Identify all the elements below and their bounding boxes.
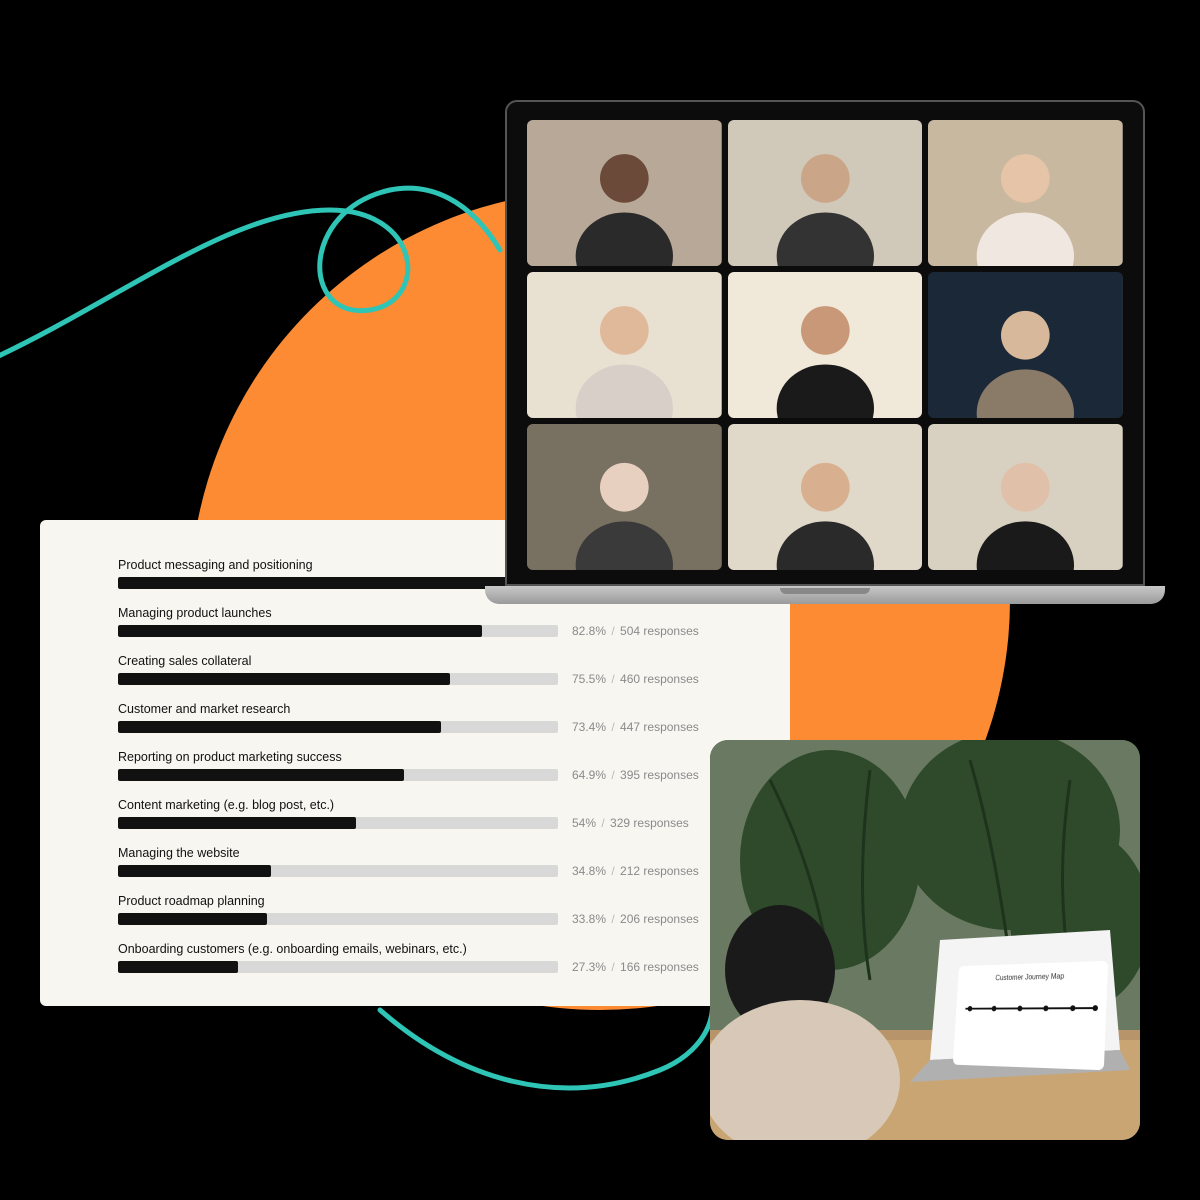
lifestyle-photo-card: Customer Journey Map	[710, 740, 1140, 1140]
video-tile	[728, 272, 923, 418]
bar-row-stats: 54% / 329 responses	[572, 816, 689, 830]
bar-row-stats: 64.9% / 395 responses	[572, 768, 699, 782]
bar-row-label: Onboarding customers (e.g. onboarding em…	[118, 942, 758, 956]
bar-row-stats: 27.3% / 166 responses	[572, 960, 699, 974]
video-tile	[928, 424, 1123, 570]
bar-row: Managing product launches 82.8% / 504 res…	[118, 606, 758, 638]
bar-fill	[118, 865, 271, 877]
video-tile	[728, 424, 923, 570]
bar-row-label: Creating sales collateral	[118, 654, 758, 668]
bar-fill	[118, 673, 450, 685]
video-tile	[527, 120, 722, 266]
journey-map-title: Customer Journey Map	[967, 971, 1097, 983]
bar-row: Content marketing (e.g. blog post, etc.)…	[118, 798, 758, 830]
bar-row-label: Customer and market research	[118, 702, 758, 716]
video-tile	[928, 120, 1123, 266]
bar-fill	[118, 769, 404, 781]
bar-row-label: Product roadmap planning	[118, 894, 758, 908]
video-tile	[928, 272, 1123, 418]
bar-track	[118, 817, 558, 829]
bar-fill	[118, 913, 267, 925]
bar-row-label: Managing the website	[118, 846, 758, 860]
bar-row: Onboarding customers (e.g. onboarding em…	[118, 942, 758, 974]
bar-track	[118, 865, 558, 877]
bar-row: Customer and market research 73.4% / 447 …	[118, 702, 758, 734]
bar-row-stats: 82.8% / 504 responses	[572, 624, 699, 638]
bar-fill	[118, 577, 521, 589]
video-tile	[527, 272, 722, 418]
bar-row: Reporting on product marketing success 64…	[118, 750, 758, 782]
bar-track	[118, 721, 558, 733]
bar-row-label: Managing product launches	[118, 606, 758, 620]
customer-journey-map-thumbnail: Customer Journey Map	[953, 961, 1108, 1070]
bar-fill	[118, 817, 356, 829]
video-grid	[527, 120, 1123, 570]
laptop-video-call	[505, 100, 1145, 604]
bar-row: Creating sales collateral 75.5% / 460 res…	[118, 654, 758, 686]
bar-track	[118, 673, 558, 685]
laptop-base	[485, 586, 1165, 604]
bar-row-stats: 75.5% / 460 responses	[572, 672, 699, 686]
bar-row-stats: 34.8% / 212 responses	[572, 864, 699, 878]
bar-track	[118, 913, 558, 925]
bar-row-label: Content marketing (e.g. blog post, etc.)	[118, 798, 758, 812]
video-tile	[728, 120, 923, 266]
bar-track	[118, 961, 558, 973]
bar-row-stats: 33.8% / 206 responses	[572, 912, 699, 926]
laptop-screen	[505, 100, 1145, 586]
bar-row: Product roadmap planning 33.8% / 206 resp…	[118, 894, 758, 926]
bar-row: Managing the website 34.8% / 212 response…	[118, 846, 758, 878]
bar-fill	[118, 721, 441, 733]
bar-row-stats: 73.4% / 447 responses	[572, 720, 699, 734]
bar-row-label: Reporting on product marketing success	[118, 750, 758, 764]
video-tile	[527, 424, 722, 570]
bar-track	[118, 769, 558, 781]
bar-fill	[118, 625, 482, 637]
bar-track	[118, 625, 558, 637]
bar-fill	[118, 961, 238, 973]
